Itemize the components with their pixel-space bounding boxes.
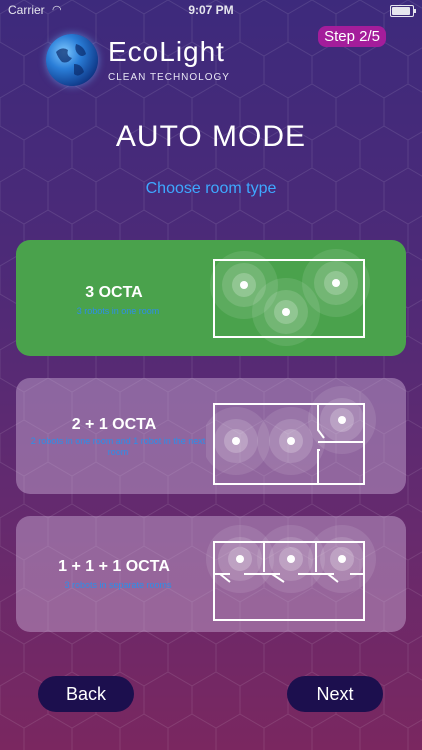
option-title: 3 OCTA <box>85 284 143 301</box>
step-indicator: Step 2/5 <box>318 26 386 47</box>
next-button[interactable]: Next <box>287 676 383 712</box>
brand-tagline: CLEAN TECHNOLOGY <box>108 72 230 83</box>
status-time: 9:07 PM <box>188 3 234 17</box>
option-title: 2 + 1 OCTA <box>71 416 157 433</box>
option-description: 3 robots in one room <box>76 306 160 316</box>
back-button[interactable]: Back <box>38 676 134 712</box>
globe-icon <box>46 34 98 86</box>
page-title: AUTO MODE <box>115 120 307 153</box>
battery-icon <box>390 5 416 17</box>
status-bar: Carrier ◠ 9:07 PM <box>0 0 422 20</box>
option-description: 2 robots in one room and 1 robot in the … <box>30 436 206 457</box>
page-subtitle: Choose room type <box>145 180 277 197</box>
option-description: 3 robots in separate rooms <box>64 580 172 590</box>
two-room-plan-icon <box>206 386 376 485</box>
three-room-plan-icon <box>206 525 376 621</box>
room-option-2-plus-1-octa[interactable]: 2 + 1 OCTA 2 robots in one room and 1 ro… <box>16 378 406 494</box>
option-title: 1 + 1 + 1 OCTA <box>58 558 170 575</box>
room-option-3-octa[interactable]: 3 OCTA 3 robots in one room <box>16 240 406 356</box>
brand-name: EcoLight <box>108 36 225 67</box>
single-room-plan-icon <box>210 249 370 346</box>
room-option-1-plus-1-plus-1-octa[interactable]: 1 + 1 + 1 OCTA 3 robots in separate room… <box>16 516 406 632</box>
hex-pattern-background <box>0 0 422 750</box>
